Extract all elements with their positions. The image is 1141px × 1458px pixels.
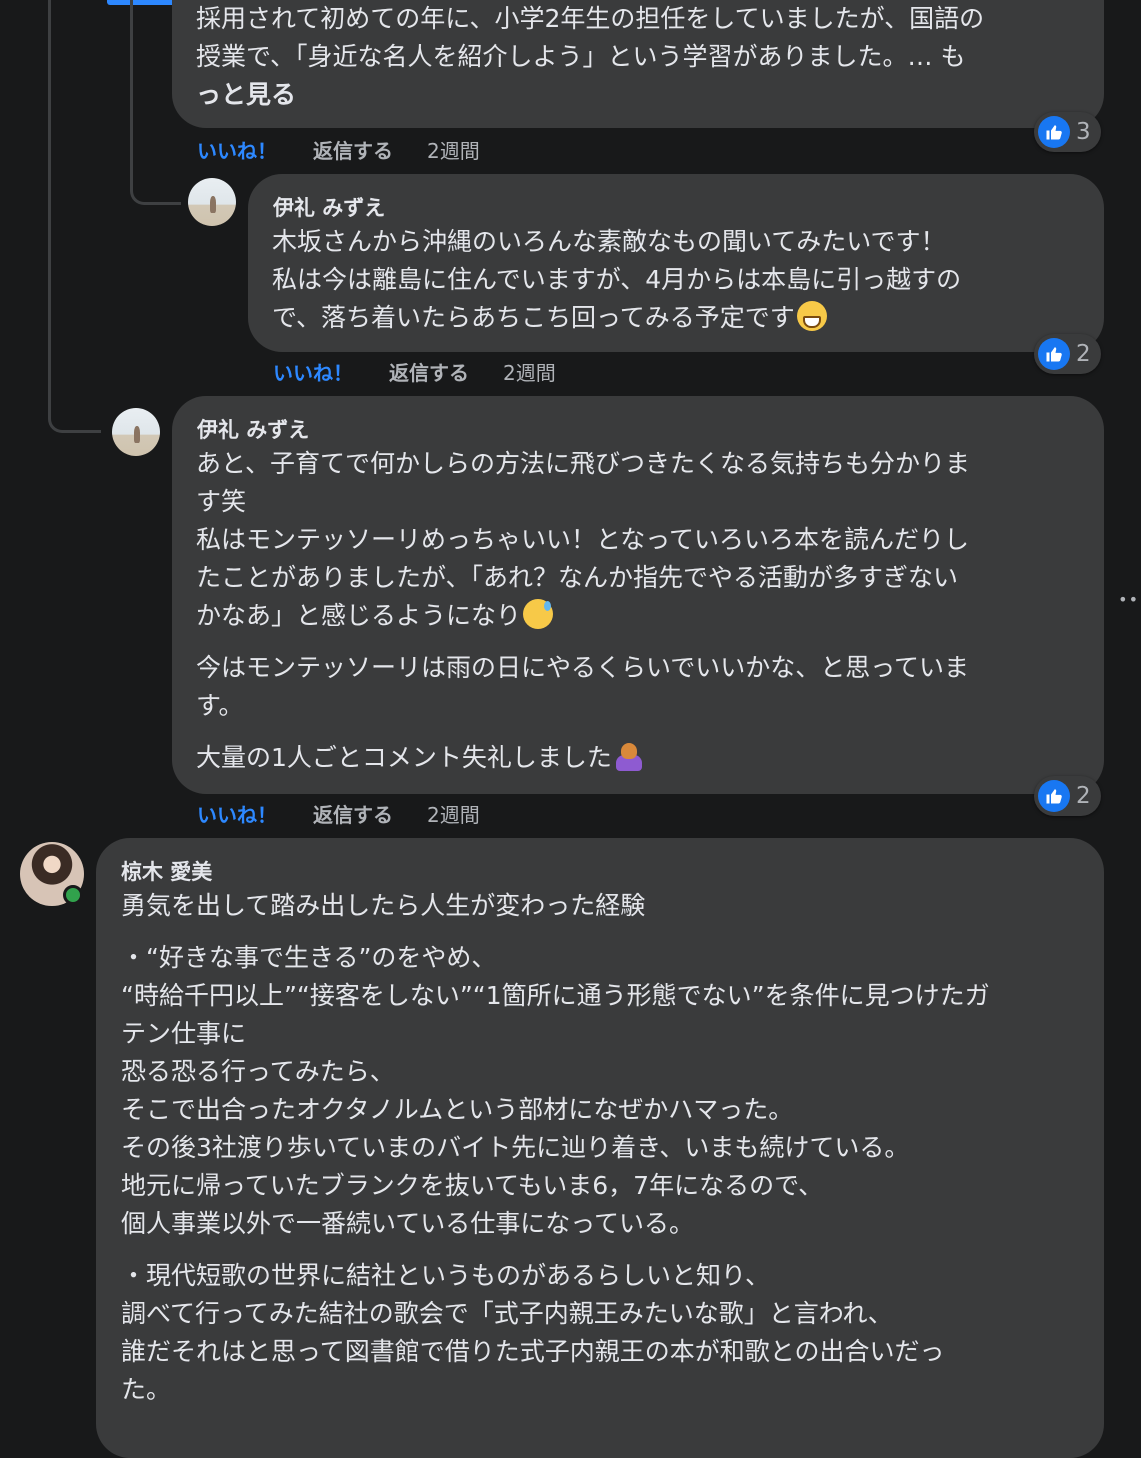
see-more-link[interactable]: っと見る [196,76,984,114]
grinning-face-icon [796,301,827,331]
comment-4-text: 勇気を出して踏み出したら人生が変わった経験 ・“好きな事で生きる”のをやめ、 “… [121,891,990,1404]
like-button[interactable]: いいね！ [197,799,277,828]
reaction-count: 2 [1076,783,1091,809]
comment-1-actions: いいね！ 返信する 2週間 [197,135,480,164]
timestamp[interactable]: 2週間 [427,135,480,164]
thread-line-outer [48,0,101,433]
avatar[interactable] [188,178,236,226]
like-button[interactable]: いいね！ [197,135,277,164]
reply-button[interactable]: 返信する [313,799,393,828]
comment-1-line-2: 授業で、「身近な名人を紹介しよう」という学習がありました。… も [196,42,966,71]
comment-3-line-8: 大量の1人ごとコメント失礼しました [196,743,612,772]
comment-3-text: あと、子育てで何かしらの方法に飛びつきたくなる気持ちも分かりま す笑 私はモンテ… [196,449,971,772]
avatar[interactable] [112,408,160,456]
comment-author[interactable]: 椋木 愛美 [121,856,212,886]
comment-2-actions: いいね！ 返信する 2週間 [273,357,556,386]
reply-button[interactable]: 返信する [313,135,393,164]
bowing-person-icon [614,741,644,771]
reaction-badge[interactable]: 2 [1034,776,1101,816]
reaction-badge[interactable]: 2 [1034,334,1101,374]
timestamp[interactable]: 2週間 [427,799,480,828]
reaction-count: 3 [1076,119,1091,145]
sweat-smile-icon [523,599,554,629]
comment-2-line-3: で、落ち着いたらあちこち回ってみる予定です [272,303,795,332]
comment-2-text: 木坂さんから沖縄のいろんな素敵なもの聞いてみたいです！ 私は今は離島に住んでいま… [272,227,962,332]
comment-author[interactable]: 伊礼 みずえ [197,414,309,444]
comment-author[interactable]: 伊礼 みずえ [273,192,385,222]
like-button[interactable]: いいね！ [273,357,353,386]
comment-3-line-5: かなあ」と感じるようになり [196,601,522,630]
reaction-count: 2 [1076,341,1091,367]
comment-1-text: 採用されて初めての年に、小学2年生の担任をしていましたが、国語の 授業で、「身近… [196,0,984,114]
thumbs-up-icon [1038,780,1070,812]
reaction-badge[interactable]: 3 [1034,112,1101,152]
comment-3-actions: いいね！ 返信する 2週間 [197,799,480,828]
thumbs-up-icon [1038,338,1070,370]
more-options-icon[interactable]: •• [1118,590,1139,609]
online-status-dot [63,885,83,905]
reply-button[interactable]: 返信する [389,357,469,386]
timestamp[interactable]: 2週間 [503,357,556,386]
thumbs-up-icon [1038,116,1070,148]
